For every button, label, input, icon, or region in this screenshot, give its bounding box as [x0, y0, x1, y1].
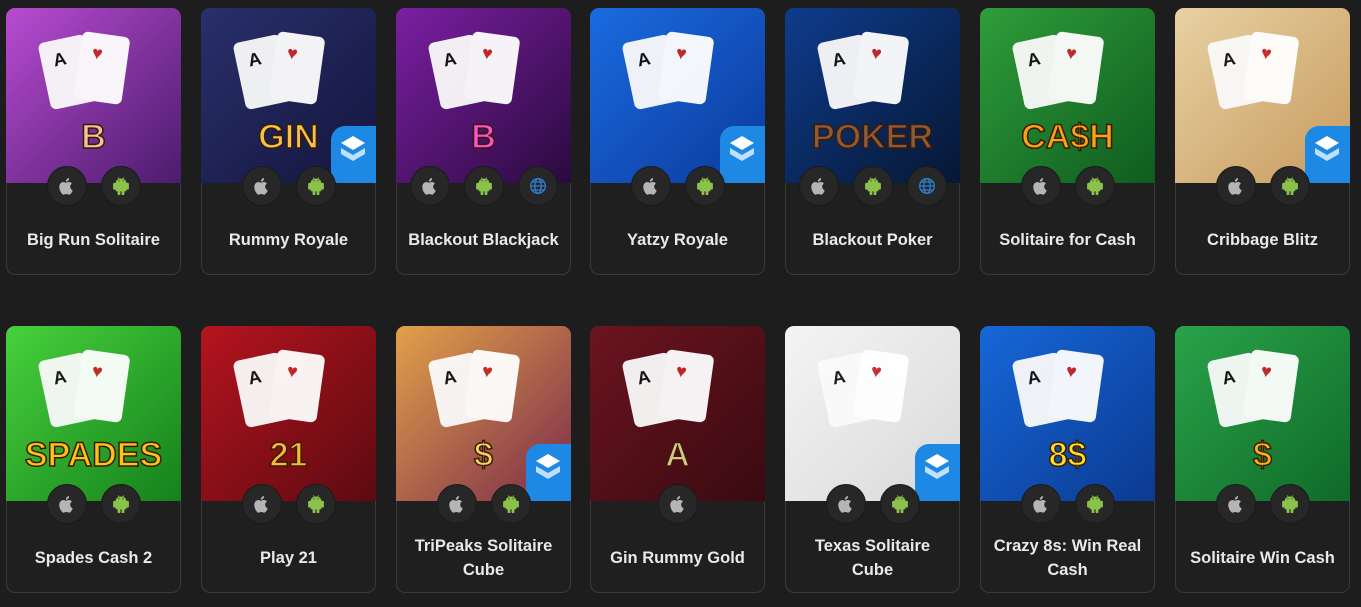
- game-title[interactable]: Blackout Blackjack: [403, 209, 564, 271]
- game-thumbnail[interactable]: A ♥ $: [396, 326, 571, 501]
- apple-icon: [657, 484, 698, 524]
- android-icon: [295, 484, 336, 524]
- platform-badges: [786, 484, 959, 524]
- platform-badges: [7, 166, 180, 206]
- platform-badges: [981, 166, 1154, 206]
- game-card[interactable]: A ♥ A Gin Rummy Gold: [590, 326, 765, 593]
- apple-icon: [1020, 484, 1061, 524]
- game-title[interactable]: Spades Cash 2: [13, 527, 174, 589]
- game-title[interactable]: Texas Solitaire Cube: [792, 527, 953, 589]
- android-icon: [684, 166, 725, 206]
- android-icon: [1269, 166, 1310, 206]
- game-title[interactable]: Cribbage Blitz: [1182, 209, 1343, 271]
- svg-text:$: $: [1253, 436, 1272, 474]
- game-thumbnail[interactable]: A ♥: [1175, 8, 1350, 183]
- svg-text:CA$H: CA$H: [1021, 118, 1114, 156]
- game-title[interactable]: TriPeaks Solitaire Cube: [403, 527, 564, 589]
- platform-badges: [1176, 484, 1349, 524]
- platform-badges: [202, 166, 375, 206]
- globe-icon: [906, 166, 947, 206]
- svg-text:$: $: [474, 436, 493, 474]
- svg-text:A: A: [665, 436, 690, 474]
- game-card[interactable]: A ♥ Yatzy Royale: [590, 8, 765, 275]
- game-title[interactable]: Blackout Poker: [792, 209, 953, 271]
- svg-text:SPADES: SPADES: [25, 436, 162, 474]
- platform-badges: [591, 166, 764, 206]
- game-title[interactable]: Play 21: [208, 527, 369, 589]
- game-thumbnail[interactable]: A ♥ B: [6, 8, 181, 183]
- game-title[interactable]: Rummy Royale: [208, 209, 369, 271]
- android-icon: [852, 166, 893, 206]
- game-card[interactable]: A ♥ B Big Run Solitaire: [6, 8, 181, 275]
- apple-icon: [630, 166, 671, 206]
- apple-icon: [241, 484, 282, 524]
- game-grid: A ♥ B Big Run Solitaire A ♥ GIN Rummy Roy…: [0, 0, 1361, 607]
- platform-badges: [1176, 166, 1349, 206]
- game-title[interactable]: Solitaire Win Cash: [1182, 527, 1343, 589]
- game-thumbnail[interactable]: A ♥ SPADES: [6, 326, 181, 501]
- platform-badges: [397, 166, 570, 206]
- svg-text:B: B: [471, 118, 496, 156]
- apple-icon: [798, 166, 839, 206]
- game-thumbnail[interactable]: A ♥ 21: [201, 326, 376, 501]
- game-thumbnail[interactable]: A ♥ 8$: [980, 326, 1155, 501]
- android-icon: [879, 484, 920, 524]
- svg-text:21: 21: [270, 436, 308, 474]
- svg-text:GIN: GIN: [258, 118, 318, 156]
- apple-icon: [46, 166, 87, 206]
- platform-badges: [786, 166, 959, 206]
- game-card[interactable]: A ♥ CA$H Solitaire for Cash: [980, 8, 1155, 275]
- game-card[interactable]: A ♥ Texas Solitaire Cube: [785, 326, 960, 593]
- android-icon: [100, 166, 141, 206]
- game-title[interactable]: Gin Rummy Gold: [597, 527, 758, 589]
- apple-icon: [1020, 166, 1061, 206]
- platform-badges: [397, 484, 570, 524]
- game-thumbnail[interactable]: A ♥: [785, 326, 960, 501]
- game-card[interactable]: A ♥ $ Solitaire Win Cash: [1175, 326, 1350, 593]
- apple-icon: [46, 484, 87, 524]
- game-card[interactable]: A ♥ GIN Rummy Royale: [201, 8, 376, 275]
- android-icon: [1074, 484, 1115, 524]
- globe-icon: [517, 166, 558, 206]
- game-thumbnail[interactable]: A ♥ A: [590, 326, 765, 501]
- game-title[interactable]: Big Run Solitaire: [13, 209, 174, 271]
- android-icon: [1269, 484, 1310, 524]
- game-card[interactable]: A ♥ 8$ Crazy 8s: Win Real Cash: [980, 326, 1155, 593]
- platform-badges: [981, 484, 1154, 524]
- svg-text:B: B: [81, 118, 106, 156]
- apple-icon: [241, 166, 282, 206]
- android-icon: [1074, 166, 1115, 206]
- game-title[interactable]: Crazy 8s: Win Real Cash: [987, 527, 1148, 589]
- apple-icon: [1215, 484, 1256, 524]
- android-icon: [490, 484, 531, 524]
- svg-text:8$: 8$: [1049, 436, 1087, 474]
- android-icon: [463, 166, 504, 206]
- apple-icon: [1215, 166, 1256, 206]
- game-card[interactable]: A ♥ SPADES Spades Cash 2: [6, 326, 181, 593]
- game-card[interactable]: A ♥ $ TriPeaks Solitaire Cube: [396, 326, 571, 593]
- game-card[interactable]: A ♥ Cribbage Blitz: [1175, 8, 1350, 275]
- android-icon: [295, 166, 336, 206]
- game-thumbnail[interactable]: A ♥: [590, 8, 765, 183]
- android-icon: [100, 484, 141, 524]
- game-card[interactable]: A ♥ POKER Blackout Poker: [785, 8, 960, 275]
- apple-icon: [825, 484, 866, 524]
- game-thumbnail[interactable]: A ♥ CA$H: [980, 8, 1155, 183]
- apple-icon: [409, 166, 450, 206]
- game-thumbnail[interactable]: A ♥ GIN: [201, 8, 376, 183]
- platform-badges: [591, 484, 764, 524]
- platform-badges: [202, 484, 375, 524]
- game-title[interactable]: Yatzy Royale: [597, 209, 758, 271]
- svg-text:POKER: POKER: [812, 118, 933, 156]
- game-thumbnail[interactable]: A ♥ $: [1175, 326, 1350, 501]
- game-card[interactable]: A ♥ B Blackout Blackjack: [396, 8, 571, 275]
- game-thumbnail[interactable]: A ♥ B: [396, 8, 571, 183]
- apple-icon: [436, 484, 477, 524]
- game-thumbnail[interactable]: A ♥ POKER: [785, 8, 960, 183]
- game-title[interactable]: Solitaire for Cash: [987, 209, 1148, 271]
- platform-badges: [7, 484, 180, 524]
- game-card[interactable]: A ♥ 21 Play 21: [201, 326, 376, 593]
